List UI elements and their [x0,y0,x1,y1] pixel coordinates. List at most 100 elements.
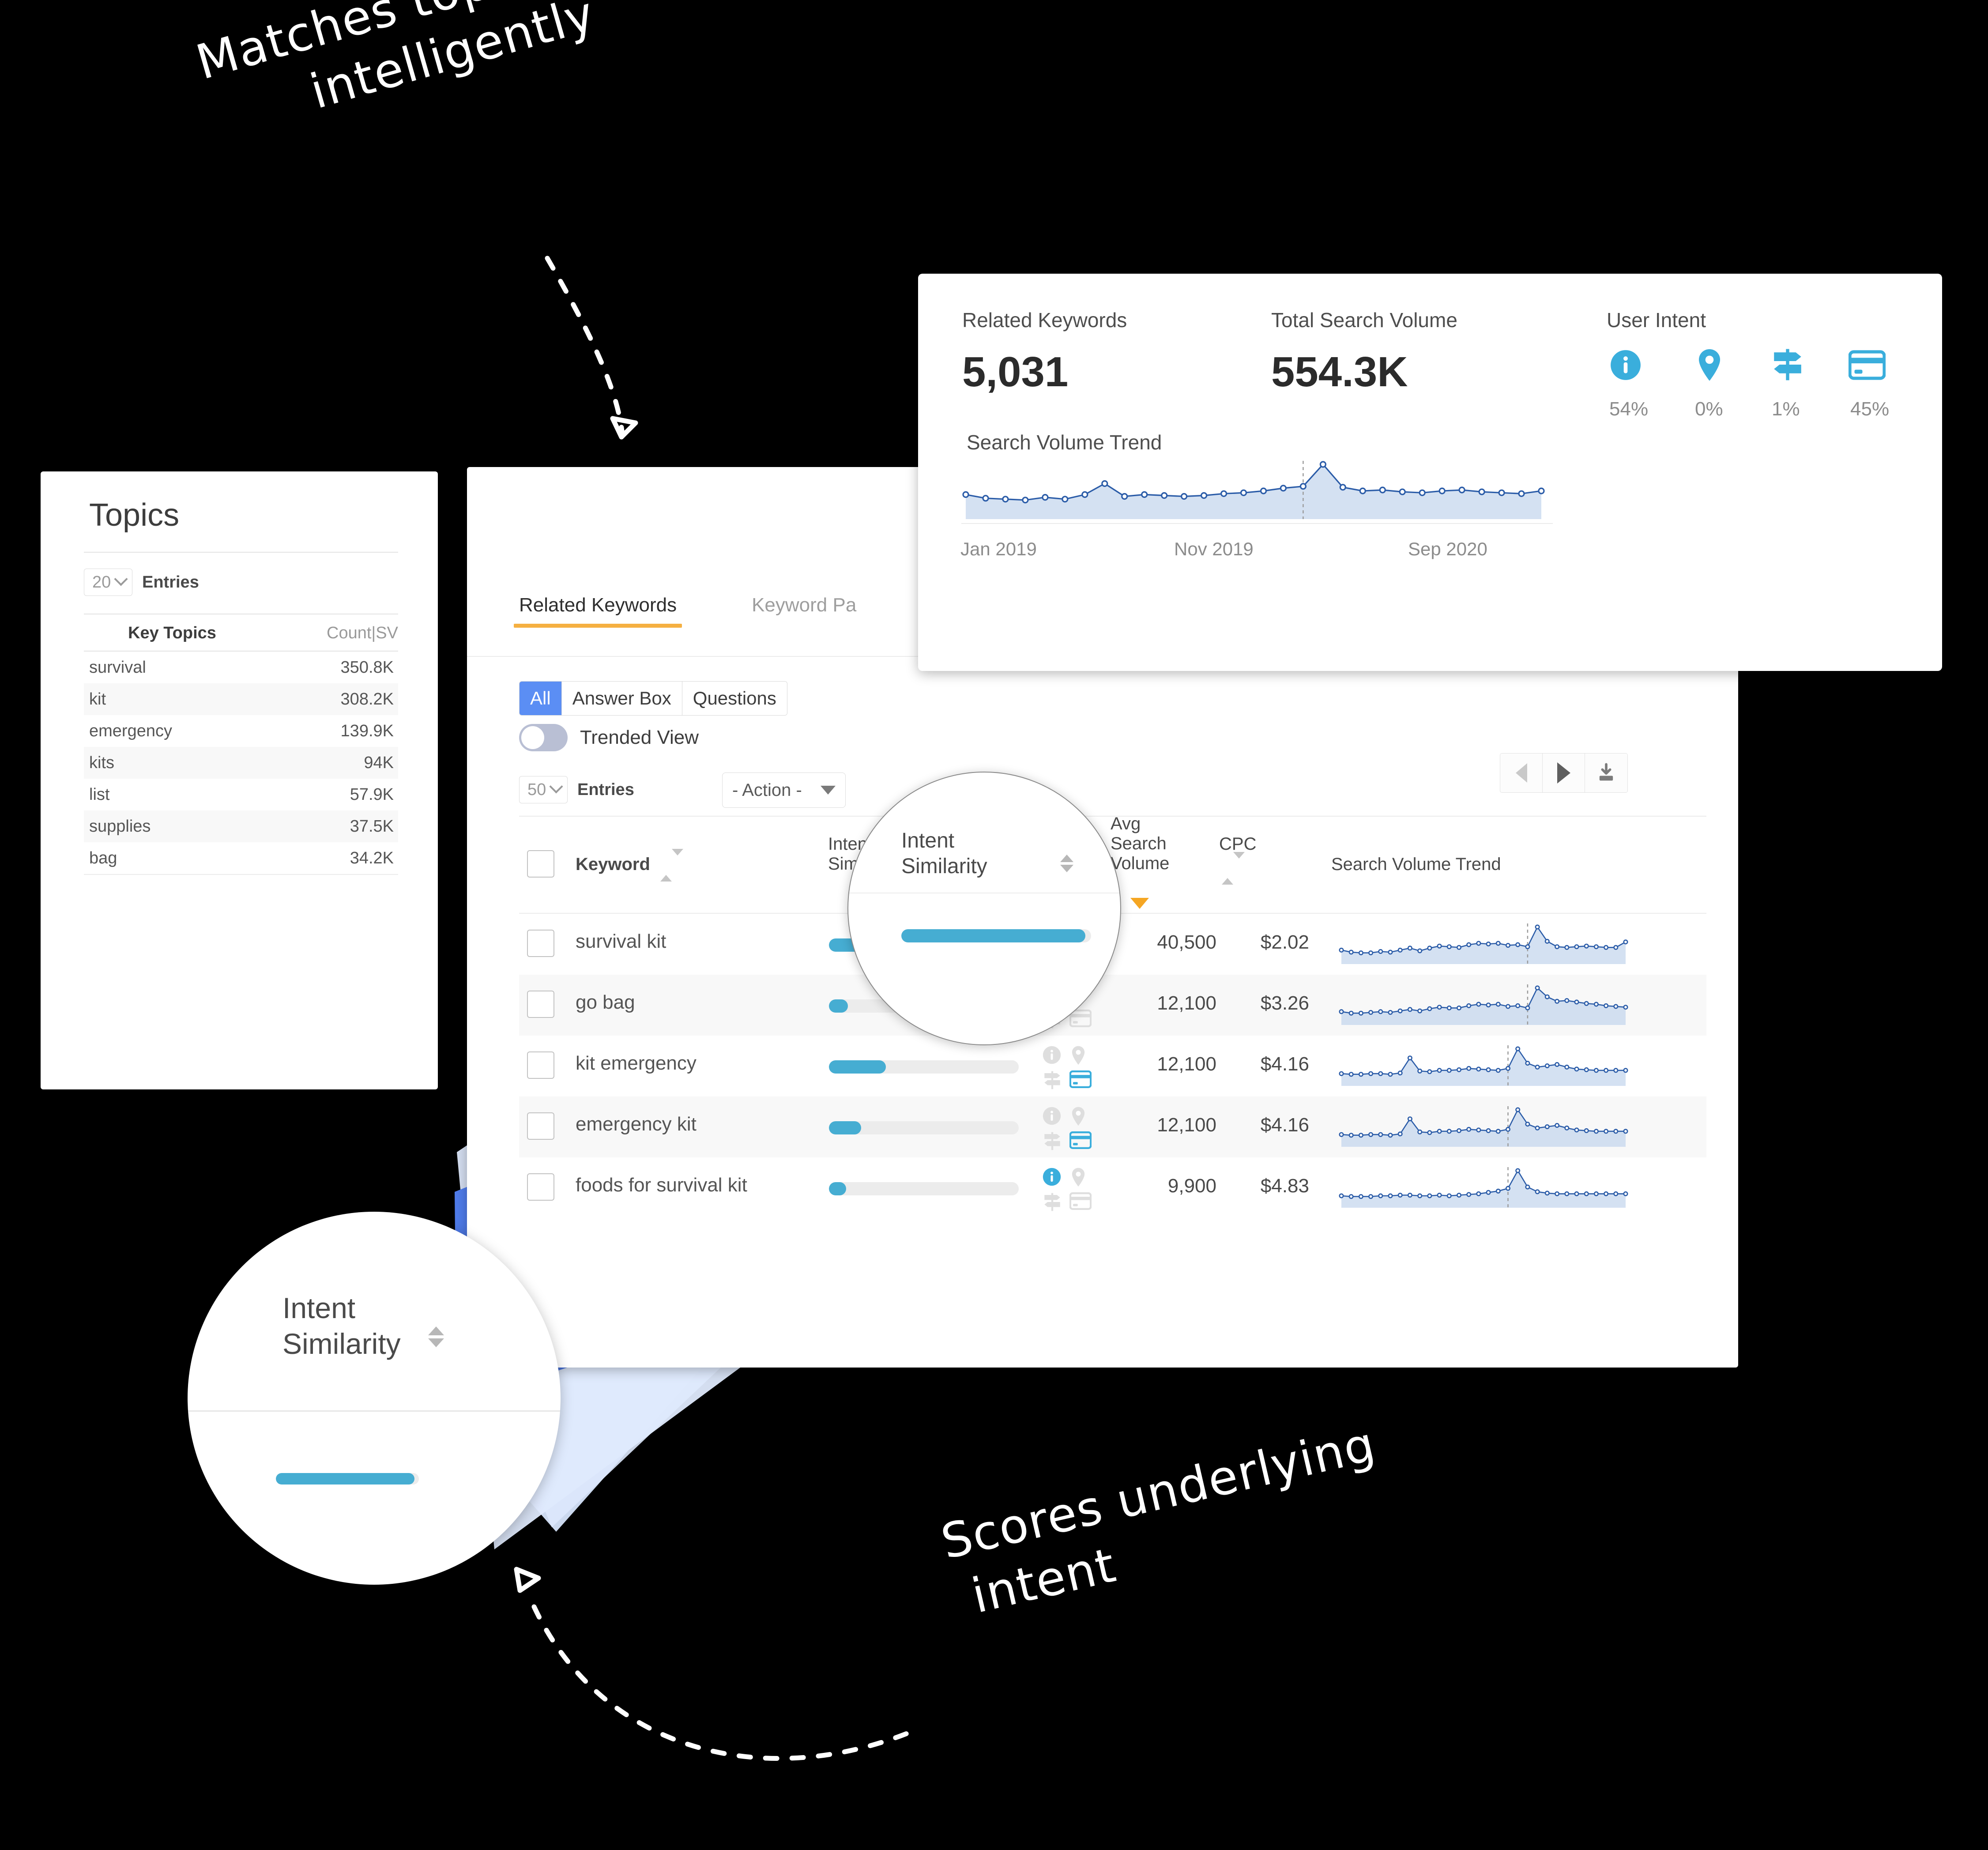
map-pin-icon[interactable] [1069,1167,1088,1187]
topic-row[interactable]: survival 350.8K [84,652,398,683]
topic-value: 350.8K [340,658,394,677]
intent-similarity-bar-fill [829,1060,886,1074]
sort-keyword-icon[interactable] [660,849,684,882]
search-volume-sparkline [1339,1106,1628,1147]
topic-name: survival [89,658,146,677]
topics-panel: Topics 20 Entries Key Topics Count|SV su… [41,471,438,1089]
magnifier-top-bar-fill [901,929,1086,942]
keyword-cell: survival kit [576,931,666,952]
map-pin-icon[interactable] [1069,1106,1088,1127]
user-intent-cell [1042,1167,1095,1217]
filter-all-button[interactable]: All [520,682,562,715]
signpost-icon[interactable] [1042,1070,1062,1090]
chevron-left-icon [1515,763,1527,783]
user-intent-cell [1042,1045,1095,1095]
next-page-button[interactable] [1543,754,1585,792]
info-icon[interactable] [1042,1106,1062,1126]
column-header-keyword[interactable]: Keyword [576,855,650,874]
chevron-down-icon [821,786,836,795]
column-header-cpc[interactable]: CPC [1219,834,1256,854]
credit-card-icon[interactable] [1069,1131,1092,1149]
topic-name: kit [89,690,106,708]
action-dropdown[interactable]: - Action - [722,772,846,808]
filter-questions-button[interactable]: Questions [682,682,787,715]
tab-related-keywords[interactable]: Related Keywords [513,594,682,628]
magnifier-top-title: Intent Similarity [901,829,987,878]
total-search-volume-label: Total Search Volume [1271,309,1457,332]
signpost-icon[interactable] [1042,1131,1062,1151]
filter-answer-box-button[interactable]: Answer Box [561,682,682,715]
row-checkbox[interactable] [527,991,554,1018]
download-button[interactable] [1585,754,1627,792]
credit-card-icon[interactable] [1069,1070,1092,1089]
user-intent-label: User Intent [1607,309,1706,332]
topics-entries-control: 20 Entries [84,569,199,596]
row-checkbox[interactable] [527,1173,554,1201]
map-pin-icon[interactable] [1693,348,1726,384]
intent-similarity-magnifier-top: Intent Similarity [847,772,1121,1045]
trended-view-row: Trended View [519,724,699,751]
table-row[interactable]: go bag 12,100 $3.26 [519,975,1706,1036]
topic-name: kits [89,753,114,772]
search-volume-sparkline [1339,1167,1628,1208]
topic-row[interactable]: supplies 37.5K [84,810,398,842]
related-keywords-label: Related Keywords [962,309,1127,332]
info-icon[interactable] [1042,1167,1062,1187]
tab-keyword-paths[interactable]: Keyword Pa [752,594,856,628]
info-icon[interactable] [1042,1045,1062,1065]
info-intent-pct: 54% [1609,398,1649,420]
topic-row[interactable]: kit 308.2K [84,683,398,715]
topics-entries-select[interactable]: 20 [84,569,132,596]
search-volume-sparkline [1339,1045,1628,1086]
topic-row[interactable]: kits 94K [84,747,398,779]
map-pin-icon[interactable] [1069,1045,1088,1066]
keyword-cell: kit emergency [576,1052,697,1074]
commercial-intent-pct: 1% [1772,398,1800,420]
topic-row[interactable]: emergency 139.9K [84,715,398,747]
topics-entries-value: 20 [92,573,111,592]
toggle-knob [521,726,544,749]
column-header-count-sv[interactable]: Count|SV [327,624,398,643]
topics-table-header: Key Topics Count|SV [84,617,398,649]
previous-page-button[interactable] [1500,754,1543,792]
topics-title: Topics [89,497,180,533]
select-all-checkbox[interactable] [527,850,554,878]
magnifier-top-bar-track [901,929,1091,942]
avg-search-volume-cell: 12,100 [1157,1053,1216,1075]
topic-value: 94K [364,753,394,772]
search-volume-sparkline [1339,984,1628,1025]
magnifier-bottom-bar-fill [276,1473,415,1485]
topic-row[interactable]: bag 34.2K [84,842,398,874]
row-checkbox[interactable] [527,1051,554,1079]
table-entries-select[interactable]: 50 [519,776,568,803]
column-header-key-topics[interactable]: Key Topics [128,624,216,643]
credit-card-icon[interactable] [1848,350,1886,383]
table-row[interactable]: emergency kit 12,100 $4.16 [519,1096,1706,1157]
table-row[interactable]: kit emergency 12,100 $4.16 [519,1036,1706,1096]
info-icon[interactable] [1609,349,1642,384]
table-entries-value: 50 [527,780,546,799]
column-header-avg-search-volume[interactable]: Avg Search Volume [1111,814,1169,873]
trended-view-toggle[interactable] [519,724,568,751]
annotation-matches-topics: Matches topics intelligently [190,0,774,150]
avg-search-volume-cell: 12,100 [1157,1114,1216,1136]
keyword-cell: emergency kit [576,1113,697,1135]
avg-search-volume-cell: 40,500 [1157,931,1216,953]
signpost-icon[interactable] [1770,347,1805,384]
cpc-cell: $4.16 [1260,1053,1309,1075]
sort-cpc-icon[interactable] [1222,852,1245,885]
signpost-icon[interactable] [1042,1192,1062,1212]
topic-name: supplies [89,817,151,836]
chevron-right-icon [1557,762,1570,784]
download-icon [1599,763,1613,781]
table-row[interactable]: foods for survival kit 9,900 $4.83 [519,1157,1706,1218]
screenshot-stage: Topics 20 Entries Key Topics Count|SV su… [0,0,1988,1850]
topic-row[interactable]: list 57.9K [84,779,398,810]
intent-similarity-bar-track [829,1121,1019,1134]
search-volume-sparkline [1339,923,1628,964]
credit-card-icon[interactable] [1069,1192,1092,1210]
row-checkbox[interactable] [527,1112,554,1140]
cpc-cell: $4.16 [1260,1114,1309,1136]
row-checkbox[interactable] [527,930,554,957]
divider [84,874,398,875]
